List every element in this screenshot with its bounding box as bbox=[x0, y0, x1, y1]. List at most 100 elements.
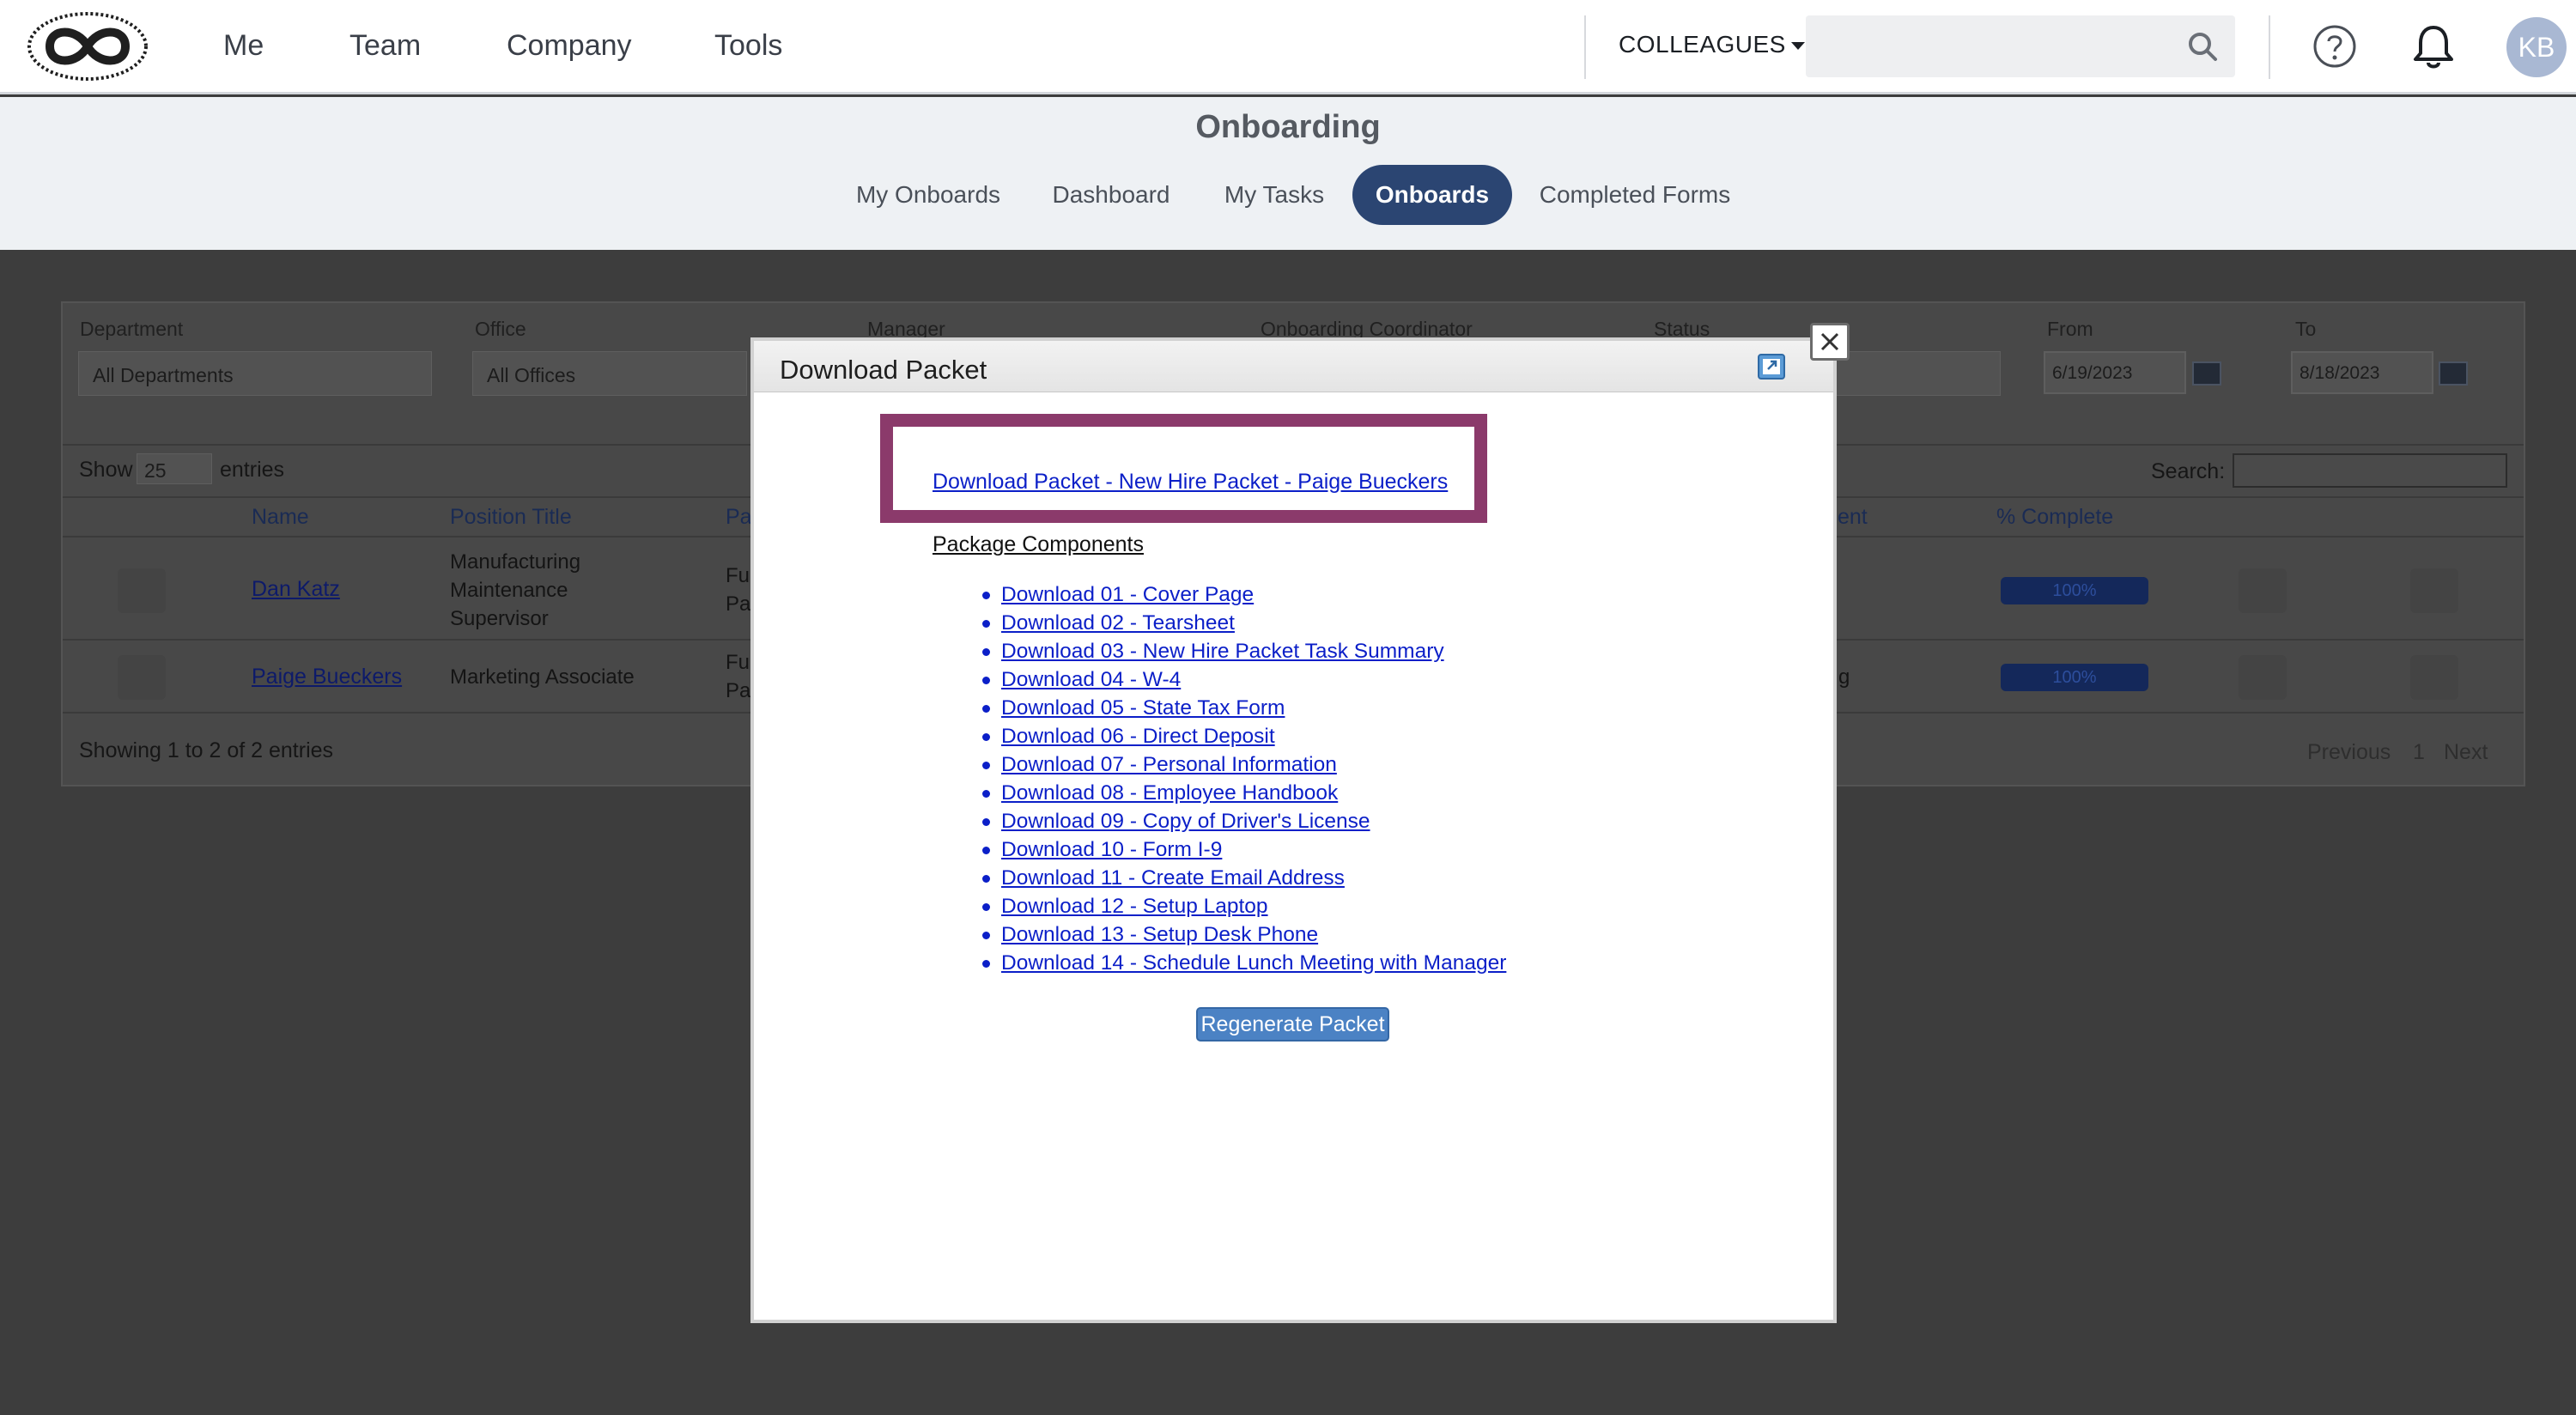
component-download-link[interactable]: Download 10 - Form I-9 bbox=[1001, 838, 1222, 861]
progress-bar: 100% bbox=[2001, 664, 2148, 691]
edit-button[interactable] bbox=[118, 655, 166, 700]
dialog-header: Download Packet bbox=[754, 341, 1833, 392]
delete-icon[interactable] bbox=[2410, 568, 2458, 613]
list-item: Download 04 - W-4 bbox=[982, 665, 1506, 694]
department-label: Department bbox=[80, 318, 184, 340]
folder-icon[interactable] bbox=[2239, 655, 2287, 700]
column-header-name[interactable]: Name bbox=[252, 505, 309, 530]
partial-line: Pa bbox=[726, 592, 751, 616]
list-item: Download 10 - Form I-9 bbox=[982, 835, 1506, 864]
component-download-link[interactable]: Download 11 - Create Email Address bbox=[1001, 866, 1345, 890]
component-download-link[interactable]: Download 13 - Setup Desk Phone bbox=[1001, 923, 1318, 946]
list-item: Download 06 - Direct Deposit bbox=[982, 722, 1506, 750]
tab-my-tasks[interactable]: My Tasks bbox=[1214, 165, 1334, 225]
list-item: Download 08 - Employee Handbook bbox=[982, 779, 1506, 807]
pagination-page[interactable]: 1 bbox=[2413, 740, 2425, 765]
component-download-link[interactable]: Download 14 - Schedule Lunch Meeting wit… bbox=[1001, 951, 1506, 975]
expand-icon[interactable] bbox=[1757, 353, 1786, 380]
calendar-icon[interactable] bbox=[2439, 361, 2468, 386]
component-download-link[interactable]: Download 02 - Tearsheet bbox=[1001, 611, 1235, 635]
notifications-bell-icon[interactable] bbox=[2409, 22, 2458, 70]
global-search-input[interactable] bbox=[1806, 15, 2235, 77]
bullet-icon bbox=[982, 762, 990, 769]
folder-icon[interactable] bbox=[2239, 568, 2287, 613]
partial-cell: Fu Pa bbox=[726, 562, 750, 618]
position-title-cell: Manufacturing Maintenance Supervisor bbox=[450, 548, 580, 633]
component-download-link[interactable]: Download 04 - W-4 bbox=[1001, 668, 1181, 691]
from-label: From bbox=[2047, 318, 2093, 340]
components-list: Download 01 - Cover Page Download 02 - T… bbox=[982, 580, 1506, 977]
employee-name-link[interactable]: Dan Katz bbox=[252, 577, 340, 602]
component-download-link[interactable]: Download 01 - Cover Page bbox=[1001, 583, 1254, 606]
column-header-percent-complete[interactable]: % Complete bbox=[1996, 505, 2113, 530]
component-download-link[interactable]: Download 05 - State Tax Form bbox=[1001, 696, 1285, 720]
component-download-link[interactable]: Download 03 - New Hire Packet Task Summa… bbox=[1001, 640, 1444, 663]
caret-down-icon bbox=[1790, 42, 1805, 51]
list-item: Download 01 - Cover Page bbox=[982, 580, 1506, 609]
nav-company[interactable]: Company bbox=[507, 29, 632, 63]
delete-icon[interactable] bbox=[2410, 655, 2458, 700]
department-select[interactable]: All Departments bbox=[78, 351, 432, 396]
nav-divider bbox=[1584, 15, 1586, 79]
from-date-input[interactable]: 6/19/2023 bbox=[2044, 351, 2186, 394]
pagination-previous[interactable]: Previous bbox=[2307, 740, 2391, 765]
colleagues-label: COLLEAGUES bbox=[1619, 31, 1786, 58]
nav-team[interactable]: Team bbox=[349, 29, 421, 63]
pagination-next[interactable]: Next bbox=[2444, 740, 2488, 765]
component-download-link[interactable]: Download 12 - Setup Laptop bbox=[1001, 895, 1268, 918]
bullet-icon bbox=[982, 648, 990, 656]
list-item: Download 12 - Setup Laptop bbox=[982, 892, 1506, 920]
partial-line: Fu bbox=[726, 564, 750, 587]
bullet-icon bbox=[982, 932, 990, 939]
tab-my-onboards[interactable]: My Onboards bbox=[846, 165, 1011, 225]
component-download-link[interactable]: Download 09 - Copy of Driver's License bbox=[1001, 810, 1370, 833]
component-download-link[interactable]: Download 08 - Employee Handbook bbox=[1001, 781, 1338, 805]
position-line: Marketing Associate bbox=[450, 665, 635, 689]
list-item: Download 03 - New Hire Packet Task Summa… bbox=[982, 637, 1506, 665]
position-title-cell: Marketing Associate bbox=[450, 663, 635, 691]
position-line: Manufacturing bbox=[450, 550, 581, 574]
to-date-input[interactable]: 8/18/2023 bbox=[2291, 351, 2433, 394]
highlight-annotation-box bbox=[880, 414, 1487, 523]
department-value: All Departments bbox=[93, 364, 234, 386]
regenerate-packet-button[interactable]: Regenerate Packet bbox=[1196, 1007, 1389, 1042]
component-download-link[interactable]: Download 07 - Personal Information bbox=[1001, 753, 1337, 776]
bullet-icon bbox=[982, 903, 990, 911]
search-icon[interactable] bbox=[2187, 31, 2218, 62]
help-icon[interactable] bbox=[2312, 24, 2357, 69]
user-avatar[interactable]: KB bbox=[2506, 17, 2567, 77]
calendar-icon[interactable] bbox=[2192, 361, 2221, 386]
infinity-logo-icon[interactable] bbox=[26, 10, 149, 82]
tab-dashboard[interactable]: Dashboard bbox=[1043, 165, 1179, 225]
table-search-input[interactable] bbox=[2233, 453, 2507, 488]
component-download-link[interactable]: Download 06 - Direct Deposit bbox=[1001, 725, 1275, 748]
top-navigation: Me Team Company Tools COLLEAGUES KB bbox=[0, 0, 2576, 94]
list-item: Download 14 - Schedule Lunch Meeting wit… bbox=[982, 949, 1506, 977]
page-size-select[interactable]: 25 bbox=[137, 453, 212, 484]
list-item: Download 07 - Personal Information bbox=[982, 750, 1506, 779]
employee-name-link[interactable]: Paige Bueckers bbox=[252, 665, 402, 689]
colleagues-dropdown[interactable]: COLLEAGUES bbox=[1619, 31, 1805, 58]
nav-me[interactable]: Me bbox=[223, 29, 264, 63]
list-item: Download 09 - Copy of Driver's License bbox=[982, 807, 1506, 835]
bullet-icon bbox=[982, 875, 990, 883]
column-header-partial-right[interactable]: ent bbox=[1838, 505, 1868, 530]
close-button[interactable] bbox=[1810, 323, 1850, 361]
column-header-partial[interactable]: Pa bbox=[726, 505, 752, 530]
bullet-icon bbox=[982, 705, 990, 713]
tab-onboards[interactable]: Onboards bbox=[1352, 165, 1512, 225]
partial-line: Fu bbox=[726, 651, 750, 674]
office-select[interactable]: All Offices bbox=[472, 351, 747, 396]
close-icon bbox=[1820, 332, 1839, 351]
nav-tools[interactable]: Tools bbox=[714, 29, 782, 63]
download-packet-link[interactable]: Download Packet - New Hire Packet - Paig… bbox=[933, 470, 1448, 495]
edit-button[interactable] bbox=[118, 568, 166, 613]
status-select[interactable] bbox=[1834, 351, 2001, 396]
table-info: Showing 1 to 2 of 2 entries bbox=[79, 738, 334, 762]
status-partial-cell: g bbox=[1838, 665, 1850, 689]
bullet-icon bbox=[982, 960, 990, 968]
bullet-icon bbox=[982, 818, 990, 826]
partial-cell: Fu Pa bbox=[726, 648, 750, 705]
tab-completed-forms[interactable]: Completed Forms bbox=[1531, 165, 1739, 225]
column-header-position[interactable]: Position Title bbox=[450, 505, 572, 530]
